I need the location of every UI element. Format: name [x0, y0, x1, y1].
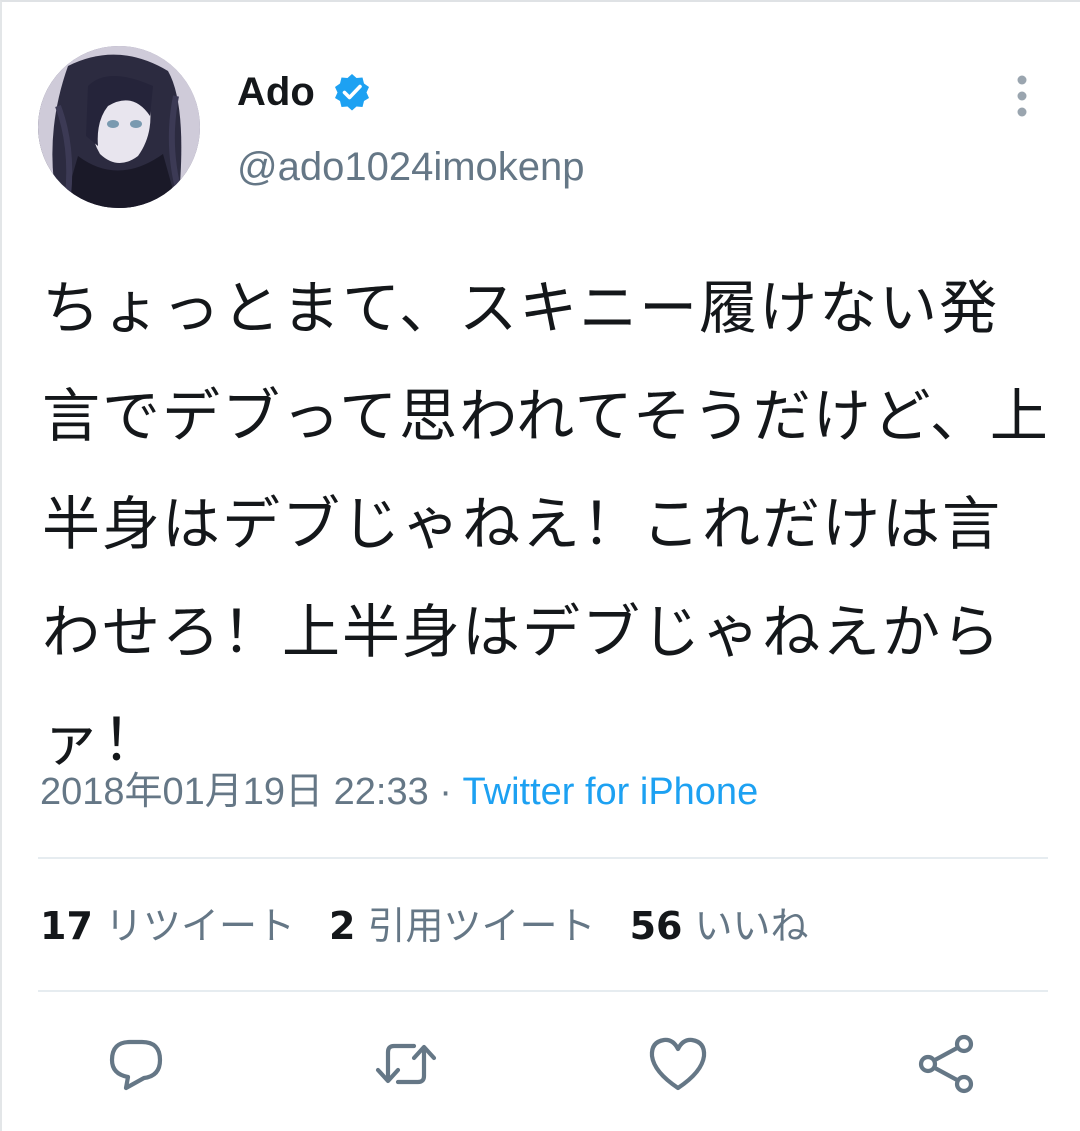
quotes-count: 2 — [329, 904, 356, 948]
tweet-text: ちょっとまて、スキニー履けない発言でデブって思われてそうだけど、上半身はデブじゃ… — [42, 274, 1050, 774]
like-button[interactable] — [646, 1032, 710, 1096]
user-handle[interactable]: @ado1024imokenp — [237, 142, 585, 192]
quotes-stat[interactable]: 2 引用ツイート — [329, 904, 596, 948]
divider — [38, 857, 1048, 859]
tweet-source-link[interactable]: Twitter for iPhone — [463, 771, 759, 813]
heart-icon — [649, 1037, 707, 1091]
tweet-detail: Ado @ado1024imokenp ちょっとまて、スキニー履けない発言でデブ… — [0, 0, 1080, 1131]
retweets-count: 17 — [40, 904, 93, 948]
verified-badge-icon — [332, 72, 372, 112]
retweet-icon — [375, 1043, 437, 1085]
quotes-label: 引用ツイート — [367, 904, 596, 948]
share-button[interactable] — [914, 1032, 978, 1096]
likes-count: 56 — [629, 904, 683, 948]
likes-stat[interactable]: 56 いいね — [630, 904, 809, 948]
avatar[interactable] — [38, 46, 200, 208]
more-vertical-icon[interactable] — [1004, 74, 1040, 118]
likes-label: いいね — [694, 904, 809, 948]
avatar-illustration — [38, 46, 200, 208]
tweet-meta: 2018年01月19日 22:33 · Twitter for iPhone — [40, 768, 758, 816]
retweets-label: リツイート — [104, 904, 295, 948]
reply-icon — [109, 1039, 163, 1091]
share-icon — [918, 1034, 974, 1094]
reply-button[interactable] — [104, 1032, 168, 1096]
divider — [38, 990, 1048, 992]
tweet-timestamp[interactable]: 2018年01月19日 22:33 — [40, 771, 429, 813]
tweet-stats: 17 リツイート 2 引用ツイート 56 いいね — [40, 900, 809, 952]
retweets-stat[interactable]: 17 リツイート — [40, 904, 295, 948]
display-name[interactable]: Ado — [237, 68, 315, 116]
retweet-button[interactable] — [374, 1032, 438, 1096]
meta-separator: · — [428, 771, 463, 813]
